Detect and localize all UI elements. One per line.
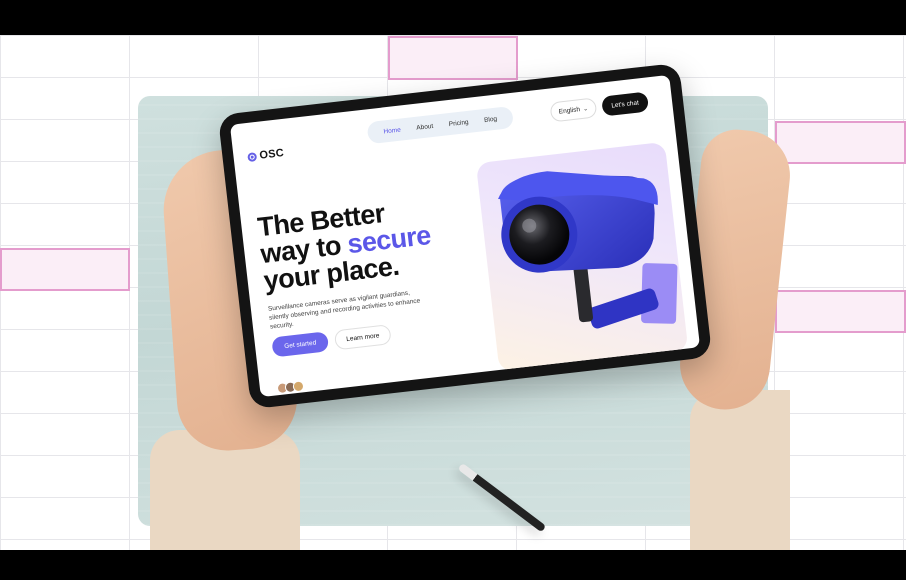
avatar xyxy=(292,380,305,393)
lets-chat-button[interactable]: Let's chat xyxy=(601,91,650,117)
pink-grid-cell xyxy=(388,36,518,80)
avatar-group xyxy=(276,380,305,395)
osc-logo-icon xyxy=(247,151,258,162)
nav-item-home[interactable]: Home xyxy=(383,126,401,135)
language-label: English xyxy=(558,105,581,116)
bottom-strip xyxy=(0,550,906,580)
hero-image-card xyxy=(475,141,689,372)
site-logo[interactable]: OSC xyxy=(247,147,285,163)
hero-description: Surveillance cameras serve as vigilant g… xyxy=(267,289,421,331)
logo-text: OSC xyxy=(258,147,285,162)
security-camera-illustration xyxy=(498,171,678,329)
tablet-screen: OSC Home About Pricing Blog English ⌄ Le… xyxy=(229,74,701,398)
pink-grid-cell xyxy=(0,248,130,291)
language-select[interactable]: English ⌄ xyxy=(549,97,598,123)
tablet-device: OSC Home About Pricing Blog English ⌄ Le… xyxy=(217,62,713,410)
pink-grid-cell xyxy=(775,121,906,164)
hero-headline: The Better way to secure your place. xyxy=(256,192,464,296)
learn-more-button[interactable]: Learn more xyxy=(333,324,392,351)
get-started-button[interactable]: Get started xyxy=(271,331,330,358)
chevron-down-icon: ⌄ xyxy=(582,105,589,113)
nav-item-pricing[interactable]: Pricing xyxy=(448,118,469,127)
pink-grid-cell xyxy=(775,290,906,333)
main-nav: Home About Pricing Blog xyxy=(366,105,515,145)
nav-item-about[interactable]: About xyxy=(416,122,434,131)
right-sleeve xyxy=(690,390,790,550)
nav-item-blog[interactable]: Blog xyxy=(484,115,498,123)
